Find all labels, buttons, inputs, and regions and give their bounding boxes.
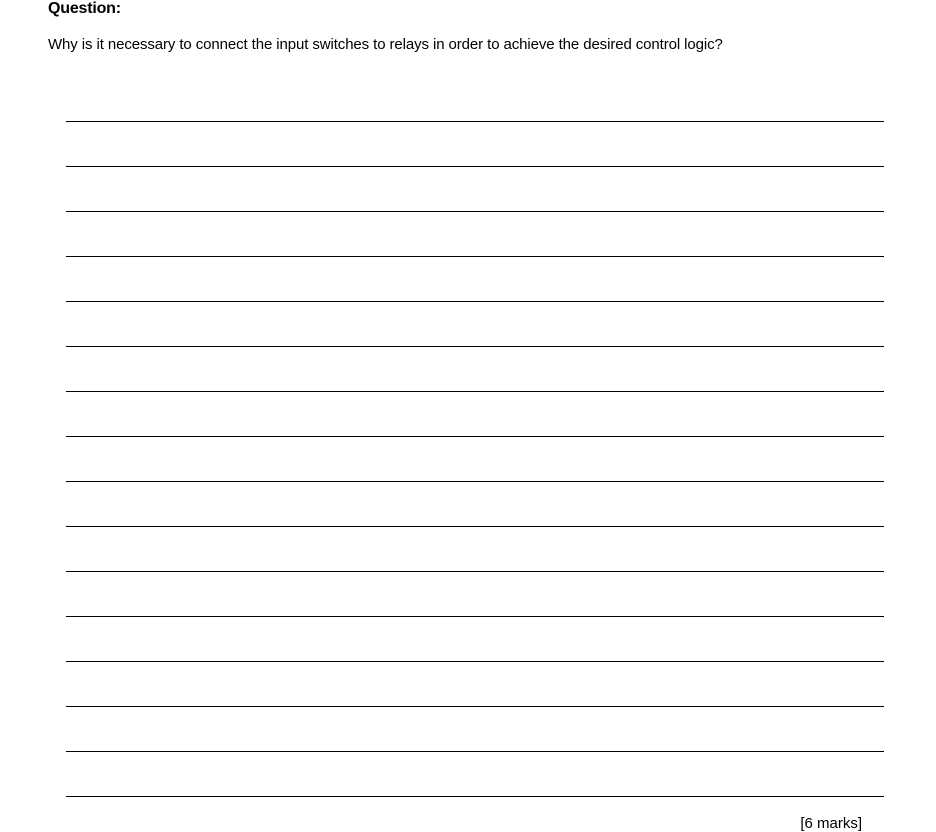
answer-line xyxy=(66,752,884,797)
answer-line xyxy=(66,77,884,122)
answer-line xyxy=(66,122,884,167)
question-text: Why is it necessary to connect the input… xyxy=(48,36,888,53)
answer-line xyxy=(66,392,884,437)
answer-line xyxy=(66,437,884,482)
answer-line xyxy=(66,617,884,662)
answer-line xyxy=(66,572,884,617)
answer-line xyxy=(66,347,884,392)
marks-label: [6 marks] xyxy=(48,815,888,832)
answer-line xyxy=(66,302,884,347)
answer-line xyxy=(66,662,884,707)
answer-lines-area xyxy=(48,77,888,797)
answer-line xyxy=(66,212,884,257)
answer-line xyxy=(66,482,884,527)
answer-line xyxy=(66,257,884,302)
answer-line xyxy=(66,167,884,212)
question-heading: Question: xyxy=(48,0,888,18)
answer-line xyxy=(66,527,884,572)
answer-line xyxy=(66,707,884,752)
